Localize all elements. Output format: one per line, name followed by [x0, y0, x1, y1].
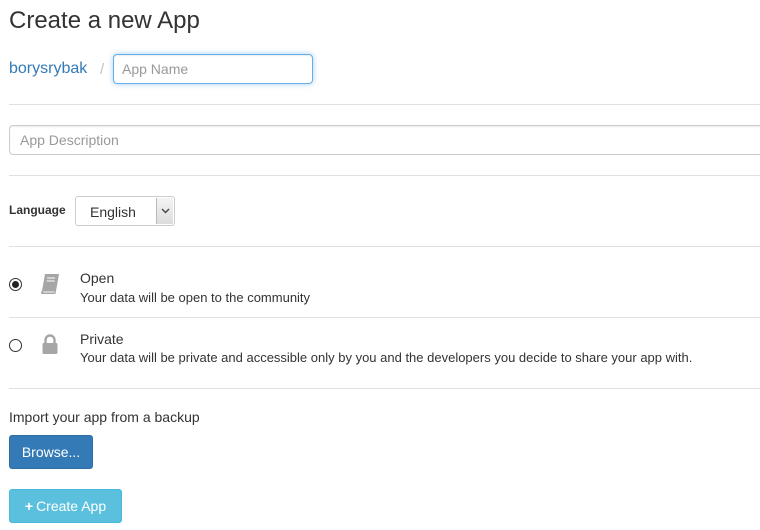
visibility-radio-private[interactable]	[9, 339, 22, 352]
owner-separator: /	[100, 61, 105, 78]
create-app-label: Create App	[36, 498, 107, 514]
app-name-input[interactable]	[113, 54, 313, 84]
divider	[9, 104, 760, 105]
language-selected-value: English	[90, 204, 136, 220]
browse-button[interactable]: Browse...	[9, 435, 93, 469]
plus-icon: +	[24, 498, 34, 514]
chevron-down-icon[interactable]	[156, 198, 173, 224]
book-icon	[38, 272, 62, 296]
visibility-open-description: Your data will be open to the community	[80, 290, 311, 305]
create-app-button[interactable]: + Create App	[9, 489, 122, 523]
visibility-private-title: Private	[80, 331, 124, 347]
visibility-private-description: Your data will be private and accessible…	[80, 350, 693, 365]
language-select[interactable]: English	[75, 196, 175, 226]
owner-link[interactable]: borysrybak	[9, 59, 87, 79]
lock-icon	[38, 332, 62, 356]
visibility-open-title: Open	[80, 270, 115, 286]
divider	[9, 317, 760, 318]
language-label: Language	[9, 203, 66, 217]
app-description-input[interactable]	[9, 125, 760, 155]
divider	[9, 246, 760, 247]
divider	[9, 388, 760, 389]
divider	[9, 175, 760, 176]
visibility-radio-open[interactable]	[9, 278, 22, 291]
page-title: Create a new App	[9, 7, 200, 34]
import-backup-label: Import your app from a backup	[9, 409, 200, 425]
